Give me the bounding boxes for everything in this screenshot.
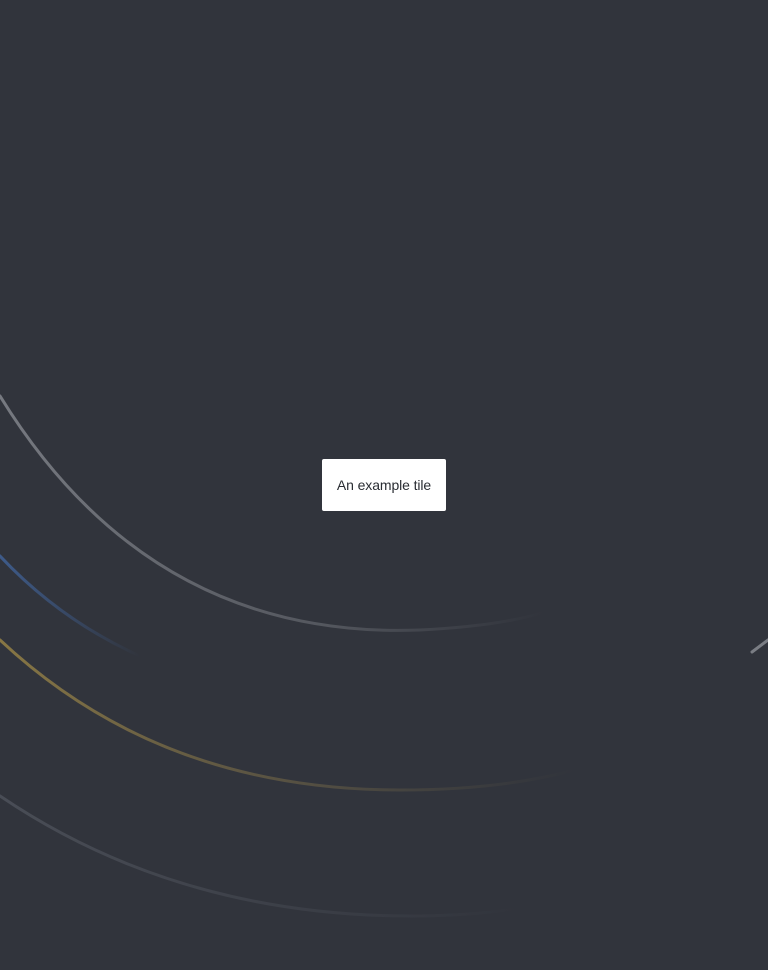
arc-gold — [0, 638, 577, 792]
arc-blue — [0, 554, 142, 658]
tile-label: An example tile — [336, 477, 432, 493]
arc-right-fragment — [750, 638, 768, 654]
example-tile[interactable]: An example tile — [322, 459, 446, 511]
arc-grey — [0, 394, 547, 632]
arc-dim — [0, 794, 522, 918]
canvas-background: An example tile — [0, 0, 768, 970]
